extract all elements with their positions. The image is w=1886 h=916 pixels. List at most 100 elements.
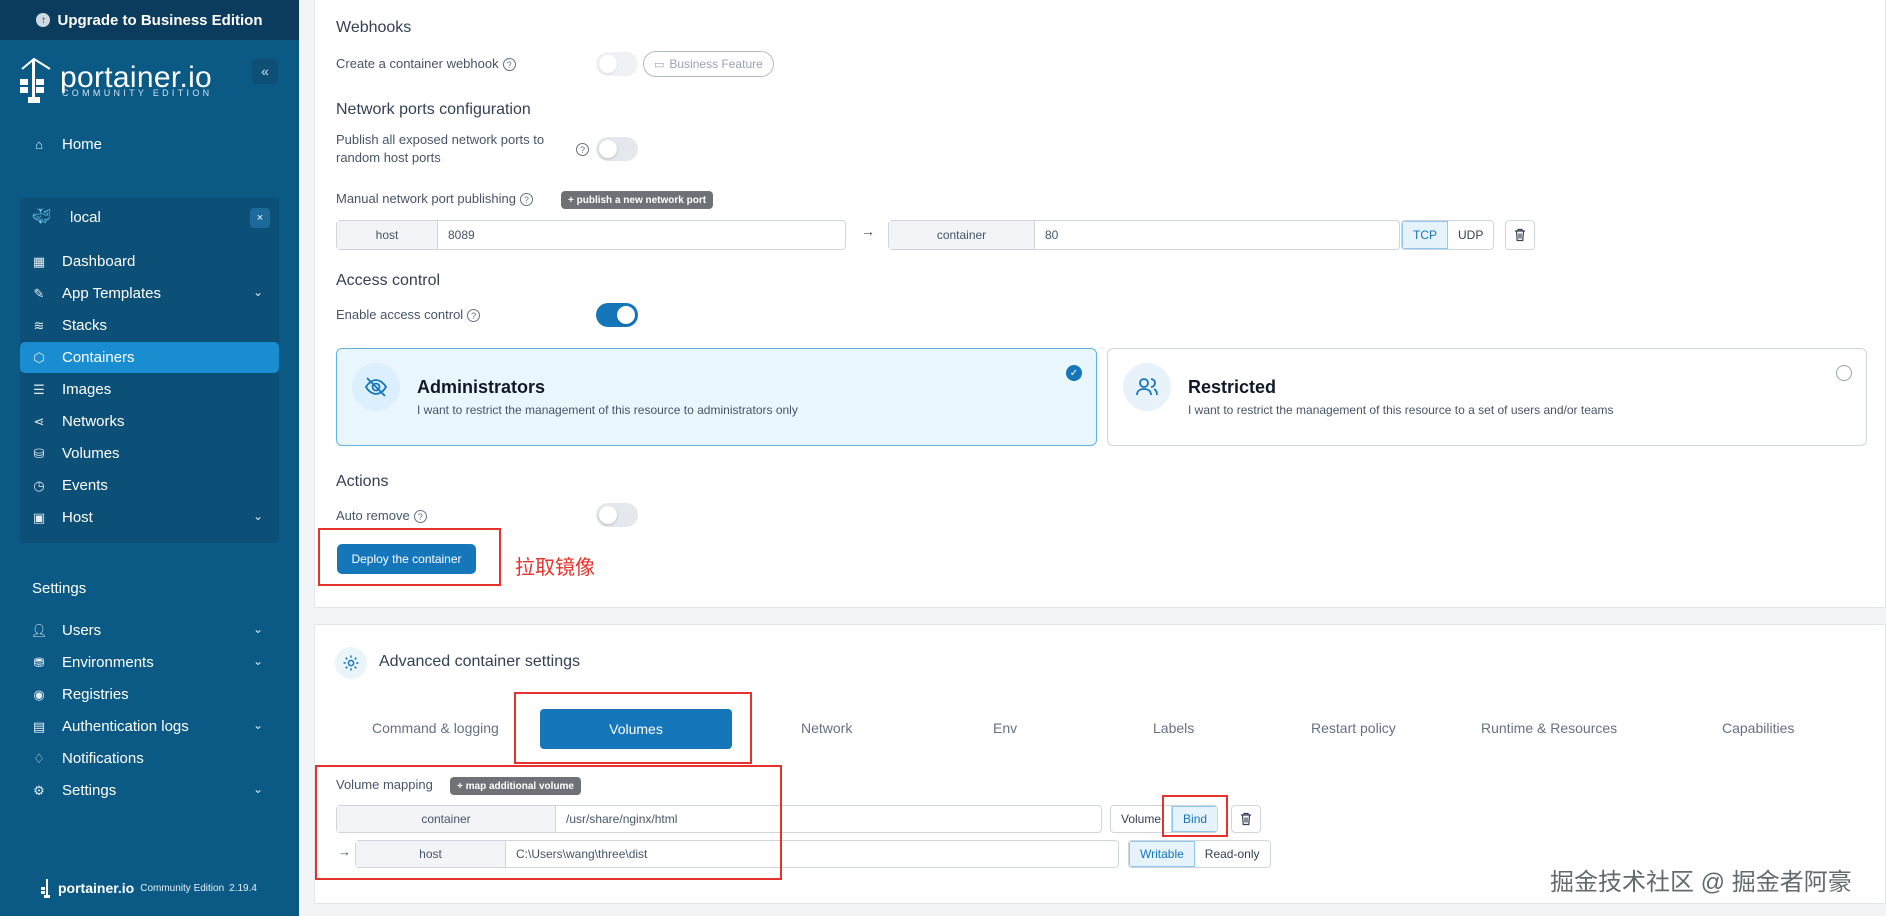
help-icon[interactable]: ?	[413, 510, 427, 524]
sidebar-item-events[interactable]: ◷ Events	[20, 470, 279, 501]
environments-icon: ⛃	[33, 654, 45, 670]
publish-all-ports-toggle[interactable]	[596, 137, 638, 161]
radio-button[interactable]	[1836, 365, 1852, 381]
collapse-sidebar-button[interactable]: «	[252, 58, 278, 84]
sidebar-item-label: Images	[62, 381, 112, 398]
sidebar-item-volumes[interactable]: ⛁ Volumes	[20, 438, 279, 469]
chevron-down-icon: ⌄	[252, 654, 263, 668]
close-environment-button[interactable]: ×	[250, 208, 270, 228]
protocol-tcp[interactable]: TCP	[1402, 221, 1448, 249]
publish-new-port-button[interactable]: + publish a new network port	[561, 191, 714, 209]
tab-runtime-resources[interactable]: Runtime & Resources	[1481, 720, 1617, 736]
sidebar-item-home[interactable]: ⌂ Home	[20, 129, 279, 160]
environment-header[interactable]: 🐳︎ local	[20, 202, 279, 232]
protocol-udp[interactable]: UDP	[1448, 221, 1493, 249]
volume-mode-selector[interactable]: Writable Read-only	[1128, 840, 1271, 868]
sidebar-item-host[interactable]: ▣ Host ⌄	[20, 502, 279, 533]
tab-labels[interactable]: Labels	[1153, 720, 1194, 736]
publish-all-label-line1: Publish all exposed network ports to	[336, 132, 545, 147]
sidebar-item-settings[interactable]: ⚙ Settings ⌄	[20, 775, 279, 806]
arrow-right-icon: →	[861, 223, 875, 239]
tab-restart-policy[interactable]: Restart policy	[1311, 720, 1396, 736]
bell-icon: ♢	[33, 750, 45, 766]
sidebar: ↑ Upgrade to Business Edition portainer.…	[0, 0, 299, 916]
tab-command-logging[interactable]: Command & logging	[372, 720, 499, 736]
help-icon[interactable]: ?	[467, 309, 481, 323]
business-feature-badge[interactable]: ▭ Business Feature	[643, 51, 774, 77]
actions-title: Actions	[336, 473, 389, 490]
upgrade-banner[interactable]: ↑ Upgrade to Business Edition	[0, 0, 299, 40]
mode-read-only[interactable]: Read-only	[1195, 841, 1270, 867]
sidebar-item-containers[interactable]: ⬡ Containers	[20, 342, 279, 373]
option-title: Administrators	[417, 377, 546, 397]
sidebar-item-notifications[interactable]: ♢ Notifications	[20, 743, 279, 774]
annotation-box-volume-mapping	[315, 765, 782, 880]
logo-subtitle: COMMUNITY EDITION	[62, 88, 213, 98]
remove-volume-button[interactable]	[1231, 805, 1261, 833]
sidebar-item-label: Events	[62, 477, 108, 494]
remove-port-button[interactable]	[1505, 220, 1535, 250]
container-port-input[interactable]: container 80	[888, 220, 1400, 250]
portainer-crane-icon	[41, 879, 50, 898]
watermark: 掘金技术社区 @ 掘金者阿豪	[1550, 869, 1852, 896]
users-icon: 👤︎	[30, 622, 48, 638]
container-form-card	[314, 0, 1886, 608]
tab-capabilities[interactable]: Capabilities	[1722, 720, 1794, 736]
option-restricted[interactable]: Restricted I want to restrict the manage…	[1107, 348, 1867, 446]
tab-env[interactable]: Env	[993, 720, 1017, 736]
option-title: Restricted	[1188, 377, 1277, 397]
enable-access-control-label: Enable access control?	[336, 306, 481, 324]
docker-whale-icon: 🐳︎	[32, 208, 52, 225]
eye-off-icon	[352, 363, 400, 411]
portainer-logo[interactable]: portainer.io COMMUNITY EDITION	[18, 57, 218, 109]
help-icon[interactable]: ?	[576, 143, 589, 156]
sidebar-item-label: Volumes	[62, 445, 120, 462]
advanced-settings-icon-wrap	[335, 647, 367, 679]
option-description: I want to restrict the management of thi…	[1188, 403, 1614, 417]
access-control-toggle[interactable]	[596, 303, 638, 327]
help-icon[interactable]: ?	[519, 193, 533, 207]
sidebar-item-stacks[interactable]: ≋ Stacks	[20, 310, 279, 341]
sidebar-item-app-templates[interactable]: ✎ App Templates ⌄	[20, 278, 279, 309]
chevron-down-icon: ⌄	[252, 285, 263, 299]
host-icon: ▣	[32, 509, 46, 525]
manual-publishing-text: Manual network port publishing	[336, 191, 516, 206]
document-icon: ▤	[32, 718, 46, 734]
option-administrators[interactable]: Administrators I want to restrict the ma…	[336, 348, 1097, 446]
sidebar-item-users[interactable]: 👤︎ Users ⌄	[20, 615, 279, 646]
annotation-box-deploy	[318, 528, 501, 586]
sidebar-item-environments[interactable]: ⛃ Environments ⌄	[20, 647, 279, 678]
trash-icon	[1241, 812, 1251, 826]
stacks-icon: ≋	[33, 317, 45, 333]
upgrade-label: Upgrade to Business Edition	[57, 11, 263, 29]
chevron-down-icon: ⌄	[252, 782, 263, 796]
help-icon[interactable]: ?	[502, 58, 516, 72]
gear-icon	[343, 655, 359, 671]
auto-remove-toggle[interactable]	[596, 503, 638, 527]
sidebar-item-dashboard[interactable]: ▦ Dashboard	[20, 246, 279, 277]
sidebar-item-authentication-logs[interactable]: ▤ Authentication logs ⌄	[20, 711, 279, 742]
network-ports-title: Network ports configuration	[336, 101, 531, 118]
mode-writable[interactable]: Writable	[1129, 841, 1195, 867]
environment-name: local	[70, 208, 101, 226]
sidebar-item-registries[interactable]: ◉ Registries	[20, 679, 279, 710]
host-port-value: 8089	[448, 228, 475, 242]
webhook-toggle[interactable]	[596, 52, 638, 76]
sidebar-item-networks[interactable]: ⋖ Networks	[20, 406, 279, 437]
sidebar-item-images[interactable]: ☰ Images	[20, 374, 279, 405]
protocol-selector[interactable]: TCP UDP	[1401, 220, 1495, 250]
sidebar-item-label: App Templates	[62, 285, 161, 302]
host-port-input[interactable]: host 8089	[336, 220, 846, 250]
enable-access-control-text: Enable access control	[336, 307, 464, 322]
manual-publishing-label: Manual network port publishing?	[336, 190, 533, 208]
tab-network[interactable]: Network	[801, 720, 852, 736]
container-port-value: 80	[1045, 228, 1059, 242]
webhooks-title: Webhooks	[336, 19, 412, 36]
sidebar-item-label: Authentication logs	[62, 718, 189, 735]
sidebar-item-label: Networks	[62, 413, 125, 430]
sidebar-item-label: Stacks	[62, 317, 108, 334]
chevron-down-icon: ⌄	[252, 509, 263, 523]
networks-icon: ⋖	[33, 413, 45, 429]
annotation-box-volumes-tab	[514, 692, 752, 764]
arrow-up-circle-icon: ↑	[36, 13, 51, 27]
